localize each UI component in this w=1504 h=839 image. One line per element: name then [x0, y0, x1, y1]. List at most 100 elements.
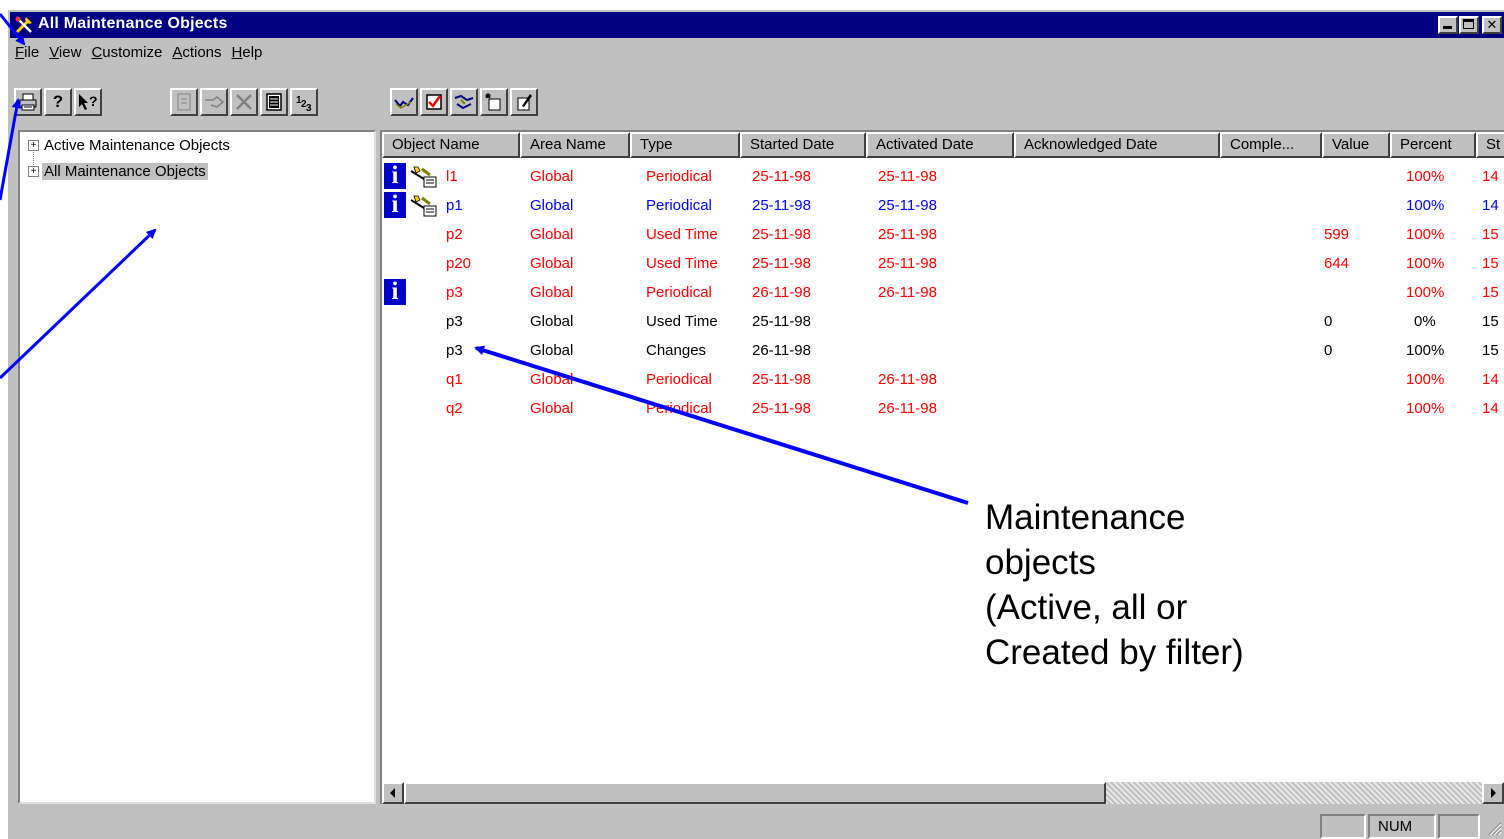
delete-button[interactable] — [230, 88, 258, 116]
column-header[interactable]: Started Date — [740, 132, 866, 158]
callout-line: Created by filter) — [985, 633, 1244, 672]
menu-help[interactable]: Help — [227, 42, 268, 63]
svg-text:?: ? — [89, 93, 98, 109]
table-row[interactable]: i p3 Global Periodical 26-11-98 26-11-98 100% 1… — [382, 278, 1504, 307]
cell-activated: 26-11-98 — [878, 284, 937, 301]
table-row[interactable]: p2 Global Used Time 25-11-98 25-11-98 599 100%… — [382, 220, 1504, 249]
notes-button[interactable] — [260, 88, 288, 116]
horizontal-scrollbar[interactable] — [382, 782, 1504, 804]
table-row[interactable]: i p1 Global Periodical 25-11-98 25-11-98 100% 1… — [382, 191, 1504, 220]
arrow-left-icon — [390, 788, 395, 798]
cell-st: 15 — [1482, 255, 1499, 272]
menu-view[interactable]: View — [44, 42, 86, 63]
cell-value: 0 — [1324, 313, 1333, 330]
annotation-callout: Maintenance objects (Active, all or Crea… — [985, 495, 1405, 675]
cell-percent: 100% — [1406, 284, 1445, 301]
table-row[interactable]: p3 Global Changes 26-11-98 0 100% 15 — [382, 336, 1504, 365]
handshake-button[interactable] — [450, 88, 478, 116]
column-header[interactable]: Type — [630, 132, 740, 158]
cell-area: Global — [530, 255, 574, 272]
cell-type: Used Time — [646, 255, 718, 272]
edit-object-icon — [517, 94, 532, 111]
menu-actions[interactable]: Actions — [167, 42, 226, 63]
table-row[interactable]: i l1 Global Periodical 25-11-98 25-11-98 100% 1… — [382, 162, 1504, 191]
menu-customize[interactable]: Customize — [86, 42, 167, 63]
scroll-thumb[interactable] — [404, 782, 1106, 804]
new-object-icon — [485, 93, 501, 111]
context-help-button[interactable]: ? — [74, 88, 102, 116]
expand-icon[interactable]: + — [28, 139, 39, 151]
cell-area: Global — [530, 226, 574, 243]
close-button[interactable]: ✕ — [1482, 16, 1502, 34]
acknowledge-button[interactable] — [390, 88, 418, 116]
scroll-left-button[interactable] — [382, 782, 404, 804]
numbering-icon: 1 2 3 — [296, 95, 312, 112]
column-header[interactable]: Acknowledged Date — [1014, 132, 1220, 158]
cell-percent: 100% — [1406, 197, 1445, 214]
question-icon: ? — [52, 92, 64, 111]
cell-type: Periodical — [646, 284, 712, 301]
cell-type: Changes — [646, 342, 707, 359]
cell-name: p3 — [446, 342, 463, 359]
table-row[interactable]: p20 Global Used Time 25-11-98 25-11-98 644 100… — [382, 249, 1504, 278]
column-header[interactable]: Activated Date — [866, 132, 1014, 158]
print-button[interactable] — [14, 88, 42, 116]
cell-started: 25-11-98 — [752, 226, 811, 243]
tree-item-label: Active Maintenance Objects — [44, 136, 230, 154]
notepad-icon — [266, 93, 282, 111]
new-object-button[interactable] — [480, 88, 508, 116]
tree-item-all-objects[interactable]: + All Maintenance Objects — [28, 160, 208, 182]
complete-button[interactable] — [420, 88, 448, 116]
status-panel-main — [10, 814, 1320, 839]
title-bar[interactable]: All Maintenance Objects ✕ — [10, 12, 1504, 38]
cell-type: Periodical — [646, 400, 712, 417]
info-icon[interactable]: i — [384, 279, 406, 305]
menu-label-rest: ctions — [182, 44, 222, 61]
printer-icon — [19, 93, 37, 111]
numbering-button[interactable]: 1 2 3 — [290, 88, 318, 116]
help-button[interactable]: ? — [44, 88, 72, 116]
menu-hotkey: A — [172, 44, 183, 61]
scroll-track[interactable] — [1106, 782, 1482, 804]
column-header[interactable]: Value — [1322, 132, 1390, 158]
callout-line: (Active, all or — [985, 588, 1188, 627]
table-row[interactable]: q2 Global Periodical 25-11-98 26-11-98 100% 14 — [382, 394, 1504, 423]
cell-st: 15 — [1482, 313, 1499, 330]
acknowledge-icon — [394, 97, 414, 109]
cell-st: 14 — [1482, 400, 1499, 417]
menu-file[interactable]: File — [10, 42, 44, 63]
cell-type: Used Time — [646, 313, 718, 330]
menu-hotkey: C — [91, 44, 103, 61]
cell-st: 15 — [1482, 342, 1499, 359]
cell-type: Periodical — [646, 197, 712, 214]
cell-area: Global — [530, 168, 574, 185]
cell-started: 26-11-98 — [752, 342, 811, 359]
properties-button[interactable] — [170, 88, 198, 116]
tree-item-active-objects[interactable]: + Active Maintenance Objects — [28, 134, 232, 156]
column-header[interactable]: Comple... — [1220, 132, 1322, 158]
column-header[interactable]: Object Name — [382, 132, 520, 158]
column-header[interactable]: Percent — [1390, 132, 1476, 158]
callout-line: Maintenance — [985, 498, 1186, 537]
maximize-button[interactable] — [1459, 16, 1479, 34]
scroll-right-button[interactable] — [1482, 782, 1504, 804]
maintenance-tool-icon — [410, 195, 437, 217]
info-icon[interactable]: i — [384, 192, 406, 218]
expand-icon[interactable]: + — [28, 165, 39, 177]
minimize-button[interactable] — [1438, 16, 1458, 34]
maintenance-objects-list[interactable]: Object Name Area Name Type Started Date Acti… — [380, 130, 1504, 804]
edit-object-button[interactable] — [510, 88, 538, 116]
table-row[interactable]: p3 Global Used Time 25-11-98 0 0% 15 — [382, 307, 1504, 336]
cell-value: 644 — [1324, 255, 1350, 272]
cell-name: q1 — [446, 371, 463, 388]
info-icon[interactable]: i — [384, 163, 406, 189]
column-header[interactable]: St — [1476, 132, 1504, 158]
cell-started: 25-11-98 — [752, 400, 811, 417]
hand-button[interactable] — [200, 88, 228, 116]
tree-view[interactable]: + Active Maintenance Objects + All Maint… — [18, 130, 376, 804]
column-header[interactable]: Area Name — [520, 132, 630, 158]
table-row[interactable]: q1 Global Periodical 25-11-98 26-11-98 100% 14 — [382, 365, 1504, 394]
resize-grip-icon[interactable] — [1484, 818, 1502, 836]
cell-started: 26-11-98 — [752, 284, 811, 301]
cell-activated: 25-11-98 — [878, 168, 937, 185]
